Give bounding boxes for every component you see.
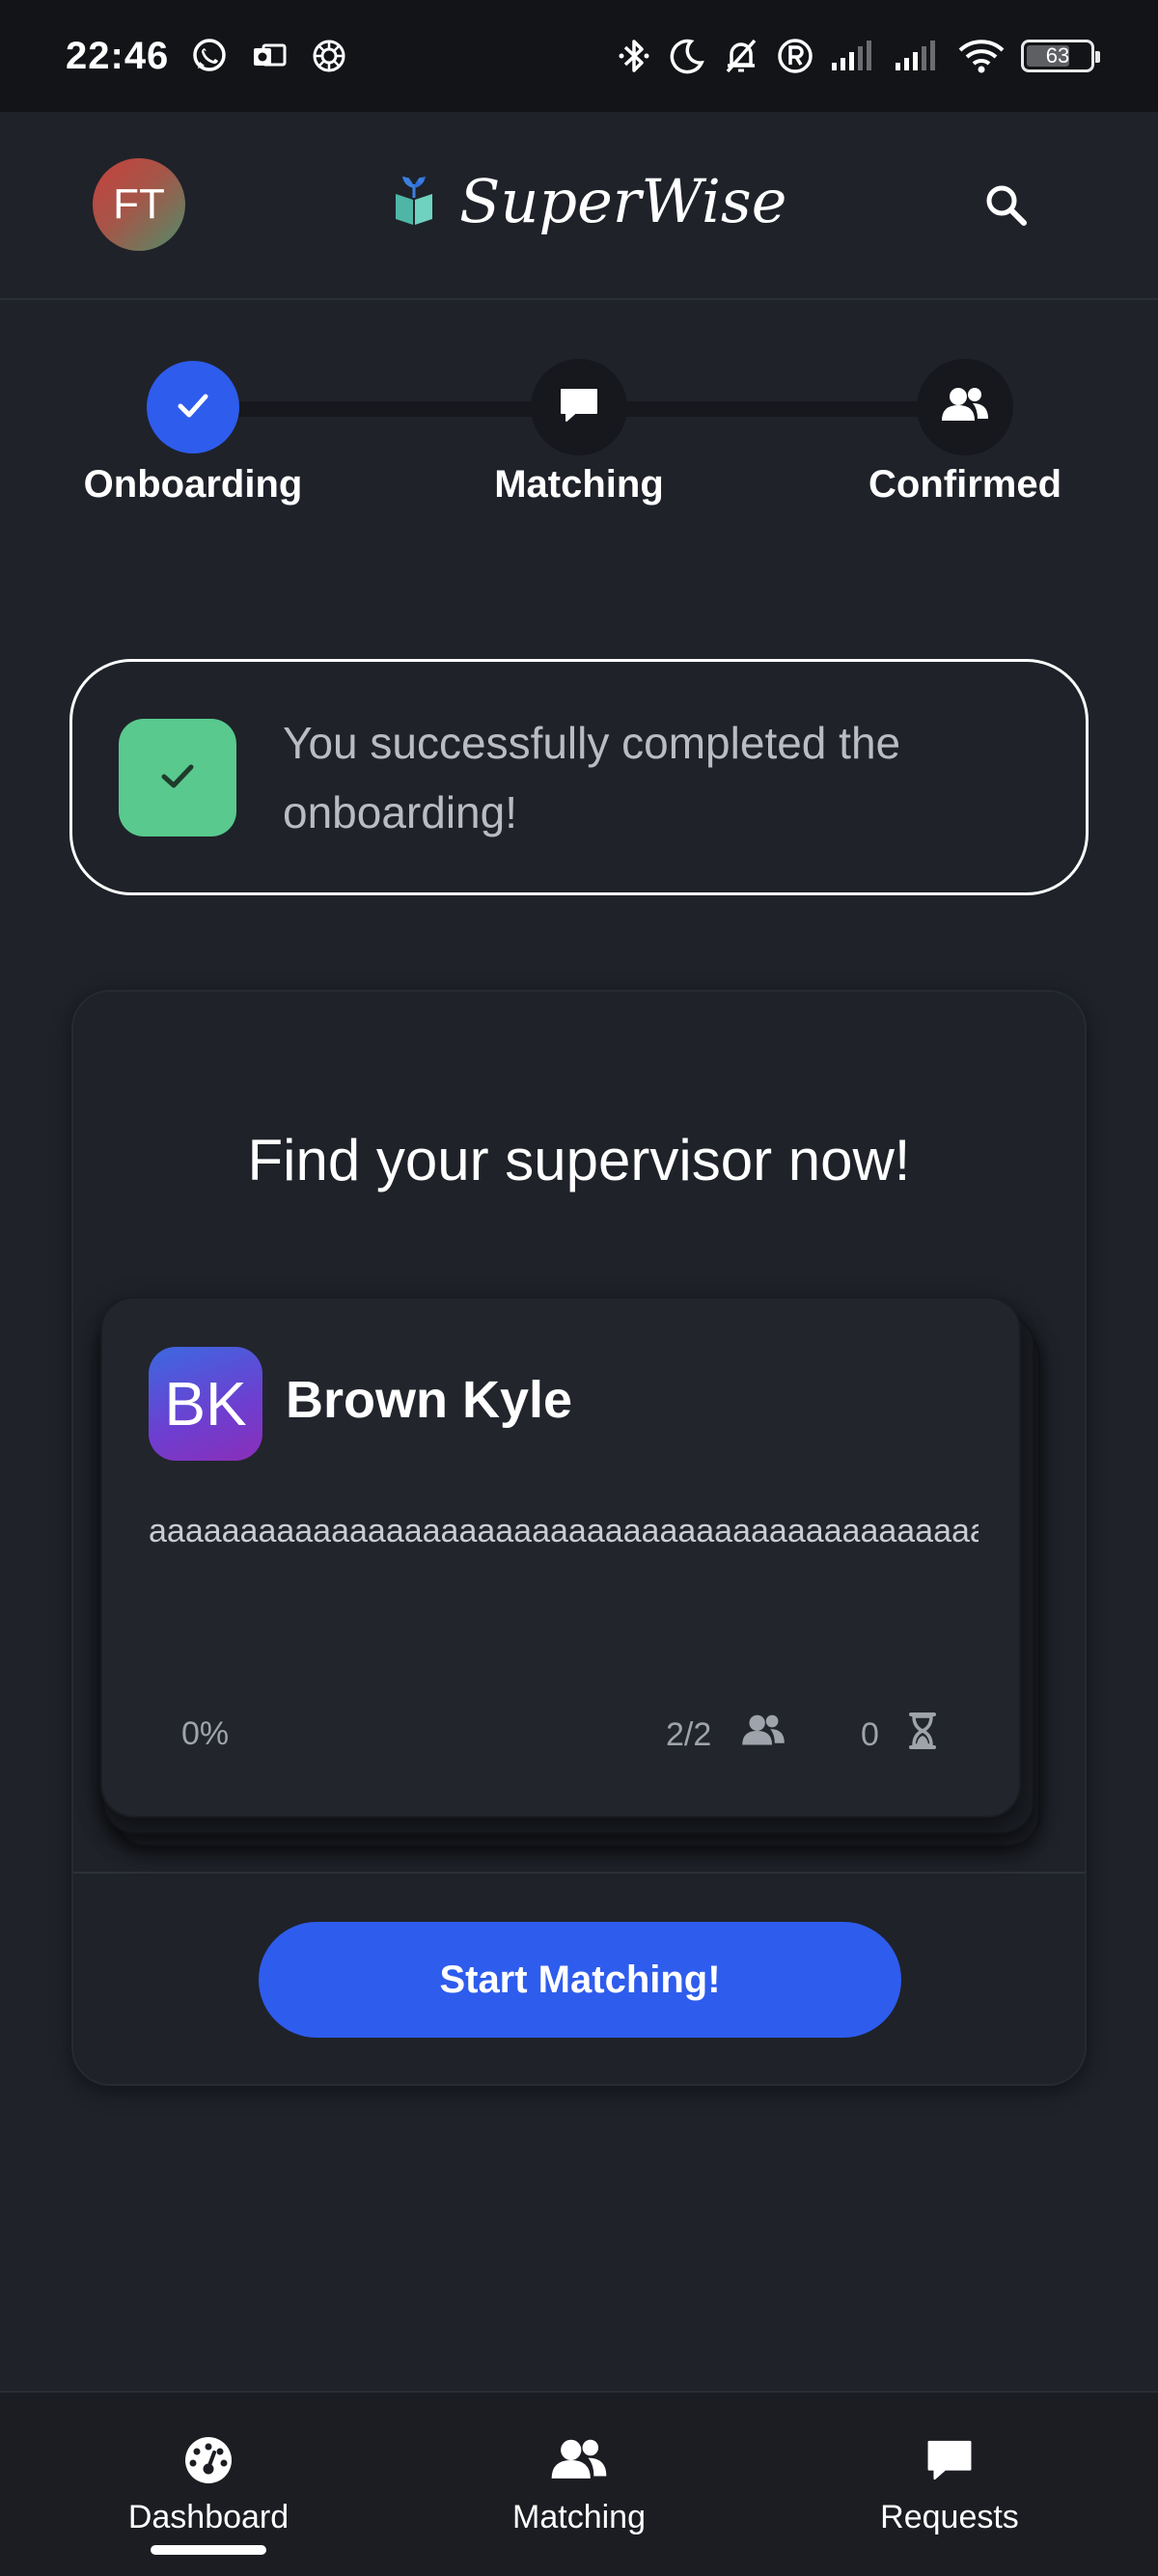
supervisor-avatar: BK — [149, 1347, 262, 1461]
supervisor-pending: 0 — [861, 1712, 937, 1759]
signal-icon — [830, 37, 878, 75]
search-button[interactable] — [982, 181, 1029, 228]
stepper-track — [193, 401, 579, 417]
success-banner: You successfully completed the onboardin… — [69, 659, 1089, 895]
app-header: FT SuperWise — [0, 112, 1158, 300]
battery-icon: 63 — [1021, 40, 1100, 72]
app-icon — [310, 37, 348, 75]
brand: SuperWise — [392, 166, 786, 236]
supervisor-slots: 2/2 — [666, 1712, 786, 1759]
step-label-onboarding: Onboarding — [83, 463, 303, 506]
avatar[interactable]: FT — [93, 158, 185, 251]
avatar-initials: FT — [113, 180, 165, 228]
step-label-matching: Matching — [494, 463, 664, 506]
stepper-track — [579, 401, 965, 417]
book-plant-icon — [392, 173, 436, 231]
supervisor-card[interactable]: BK Brown Kyle aaaaaaaaaaaaaaaaaaaaaaaaaa… — [100, 1297, 1021, 1818]
pending-count: 0 — [861, 1716, 879, 1753]
nav-item-matching[interactable]: Matching — [434, 2435, 724, 2536]
dashboard-icon — [183, 2435, 234, 2489]
supervisor-name: Brown Kyle — [286, 1371, 573, 1429]
status-bar: 22:46 63 — [0, 0, 1158, 112]
step-label-confirmed: Confirmed — [868, 463, 1062, 506]
battery-level: 63 — [1045, 43, 1070, 68]
users-icon — [549, 2435, 609, 2489]
chat-icon — [558, 384, 600, 430]
step-matching — [531, 359, 627, 455]
bluetooth-icon — [616, 37, 652, 75]
wifi-icon — [957, 37, 1006, 75]
search-icon — [982, 185, 1029, 232]
registered-icon — [776, 37, 814, 75]
nav-item-requests[interactable]: Requests — [805, 2435, 1094, 2536]
nav-item-dashboard[interactable]: Dashboard — [64, 2435, 353, 2536]
success-check-badge — [119, 718, 236, 836]
supervisor-progress: 0% — [181, 1715, 230, 1752]
users-icon — [940, 384, 990, 430]
active-tab-indicator — [151, 2545, 266, 2555]
find-supervisor-card: Find your supervisor now! BK Brown Kyle … — [71, 990, 1087, 2086]
users-icon — [740, 1712, 786, 1759]
success-message: You successfully completed the onboardin… — [283, 717, 901, 837]
bell-off-icon — [722, 37, 760, 75]
step-confirmed — [917, 359, 1013, 455]
hourglass-icon — [908, 1712, 937, 1759]
whatsapp-icon — [190, 37, 229, 75]
nav-label-matching: Matching — [512, 2499, 646, 2535]
card-divider — [73, 1872, 1085, 1874]
chat-icon — [924, 2435, 975, 2489]
outlook-icon — [250, 37, 289, 75]
bottom-navigation: Dashboard Matching Requests — [0, 2391, 1158, 2576]
signal-icon — [894, 37, 942, 75]
status-time: 22:46 — [66, 34, 170, 77]
start-matching-button[interactable]: Start Matching! — [259, 1922, 901, 2038]
progress-stepper: Onboarding Matching Confirmed — [0, 347, 1158, 521]
step-onboarding — [147, 361, 239, 453]
nav-label-dashboard: Dashboard — [127, 2499, 290, 2535]
app-title: SuperWise — [459, 166, 787, 236]
supervisor-description: aaaaaaaaaaaaaaaaaaaaaaaaaaaaaaaaaaaaaaaa… — [149, 1513, 979, 1549]
find-supervisor-title: Find your supervisor now! — [247, 1128, 911, 1192]
supervisor-initials: BK — [164, 1369, 247, 1439]
moon-icon — [668, 37, 706, 75]
nav-label-requests: Requests — [880, 2499, 1019, 2535]
check-icon — [154, 753, 201, 803]
slots-count: 2/2 — [666, 1716, 712, 1753]
check-icon — [174, 386, 212, 428]
